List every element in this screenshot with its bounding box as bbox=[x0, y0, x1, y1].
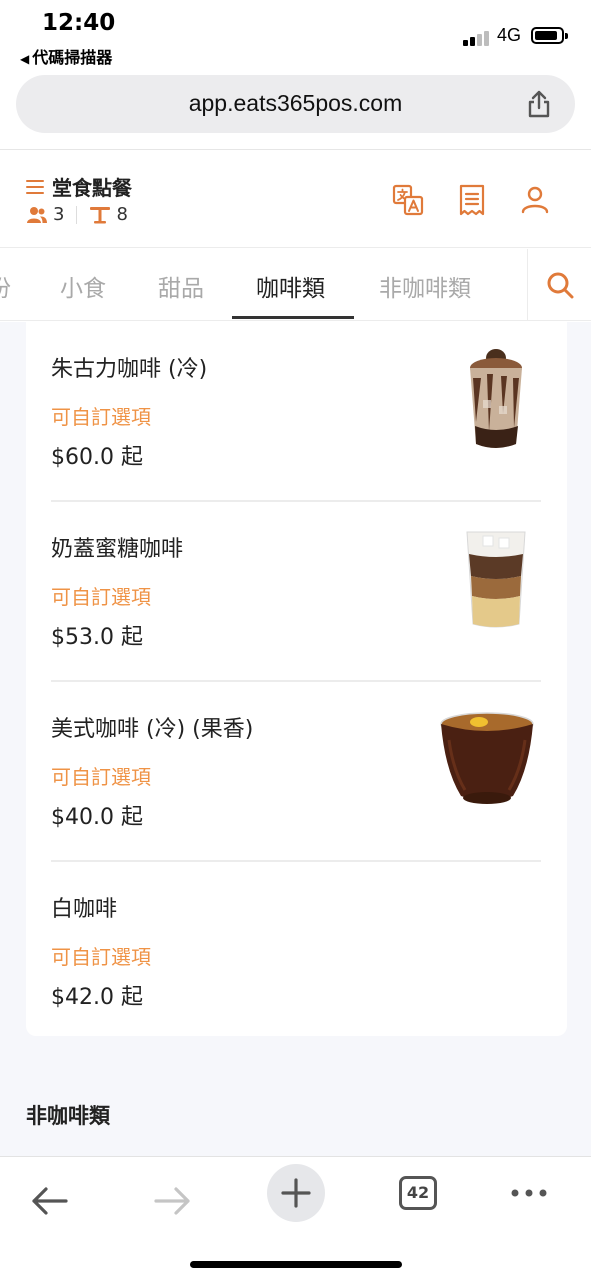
share-icon[interactable] bbox=[524, 89, 554, 119]
section-title-non-coffee: 非咖啡類 bbox=[26, 1104, 110, 1128]
coffee-items-card: 朱古力咖啡 (冷) 可自訂選項 $60.0 起 奶蓋蜜糖咖啡 可自訂選項 $53… bbox=[26, 322, 567, 1036]
item-customizable-label: 可自訂選項 bbox=[51, 405, 151, 429]
tabs-icon[interactable]: 42 bbox=[399, 1176, 437, 1210]
layered-latte-photo bbox=[466, 531, 526, 628]
menu-item[interactable]: 朱古力咖啡 (冷) 可自訂選項 $60.0 起 bbox=[51, 322, 541, 502]
item-price: $60.0 起 bbox=[51, 445, 143, 470]
back-to-app-link[interactable]: ◀ 代碼掃描器 bbox=[20, 44, 112, 68]
item-price: $40.0 起 bbox=[51, 805, 143, 830]
active-tab-indicator bbox=[232, 316, 354, 319]
address-bar[interactable]: app.eats365pos.com bbox=[16, 75, 575, 133]
browser-address-area: app.eats365pos.com bbox=[0, 68, 591, 150]
tab-coffee[interactable]: 咖啡類 bbox=[256, 269, 325, 303]
table-meta: 3 8 bbox=[26, 204, 128, 225]
app-header: 堂食點餐 3 8 bbox=[0, 150, 591, 248]
menu-item[interactable]: 奶蓋蜜糖咖啡 可自訂選項 $53.0 起 bbox=[51, 502, 541, 682]
status-time: 12:40 bbox=[42, 10, 116, 36]
menu-item[interactable]: 白咖啡 可自訂選項 $42.0 起 bbox=[51, 862, 541, 1042]
iced-americano-photo bbox=[440, 712, 534, 804]
translate-icon[interactable] bbox=[392, 184, 424, 216]
table-number: 8 bbox=[116, 204, 128, 225]
item-customizable-label: 可自訂選項 bbox=[51, 585, 151, 609]
tab-partial[interactable]: 份 bbox=[0, 269, 11, 303]
battery-icon bbox=[531, 27, 568, 44]
user-icon[interactable] bbox=[519, 184, 551, 216]
category-tabs: 份 小食 甜品 咖啡類 非咖啡類 bbox=[0, 249, 591, 321]
order-type-title: 堂食點餐 bbox=[52, 176, 132, 200]
more-icon[interactable] bbox=[499, 1171, 559, 1231]
back-arrow-icon[interactable] bbox=[20, 1171, 80, 1231]
item-customizable-label: 可自訂選項 bbox=[51, 945, 151, 969]
search-icon bbox=[547, 272, 574, 299]
back-triangle-icon: ◀ bbox=[20, 52, 30, 66]
item-customizable-label: 可自訂選項 bbox=[51, 765, 151, 789]
menu-search-button[interactable] bbox=[527, 249, 591, 320]
url-text[interactable]: app.eats365pos.com bbox=[16, 90, 575, 117]
home-indicator bbox=[190, 1261, 402, 1268]
guests-icon bbox=[27, 206, 47, 223]
tab-desserts[interactable]: 甜品 bbox=[158, 269, 204, 303]
signal-icon bbox=[463, 30, 491, 46]
plus-icon bbox=[281, 1178, 311, 1208]
iced-mocha-photo bbox=[470, 349, 522, 448]
item-name: 朱古力咖啡 (冷) bbox=[51, 357, 208, 382]
status-bar: 12:40 ◀ 代碼掃描器 4G bbox=[0, 0, 591, 68]
receipt-icon[interactable] bbox=[456, 184, 488, 216]
item-price: $42.0 起 bbox=[51, 985, 143, 1010]
tab-snacks[interactable]: 小食 bbox=[60, 269, 106, 303]
guest-count: 3 bbox=[53, 204, 65, 225]
forward-arrow-icon[interactable] bbox=[142, 1171, 202, 1231]
table-icon bbox=[90, 206, 111, 223]
item-price: $53.0 起 bbox=[51, 625, 143, 650]
order-menu-toggle[interactable]: 堂食點餐 bbox=[26, 172, 132, 201]
item-name: 奶蓋蜜糖咖啡 bbox=[51, 537, 184, 562]
tab-non-coffee[interactable]: 非咖啡類 bbox=[379, 269, 471, 303]
browser-toolbar: 42 bbox=[0, 1156, 591, 1280]
menu-content: 朱古力咖啡 (冷) 可自訂選項 $60.0 起 奶蓋蜜糖咖啡 可自訂選項 $53… bbox=[0, 322, 591, 1156]
menu-item[interactable]: 美式咖啡 (冷) (果香) 可自訂選項 $40.0 起 bbox=[51, 682, 541, 862]
item-name: 美式咖啡 (冷) (果香) bbox=[51, 717, 254, 742]
item-name: 白咖啡 bbox=[51, 897, 118, 922]
hamburger-icon bbox=[26, 179, 44, 195]
new-tab-button[interactable] bbox=[267, 1164, 325, 1222]
back-app-label: 代碼掃描器 bbox=[32, 48, 113, 67]
network-type: 4G bbox=[497, 25, 522, 45]
